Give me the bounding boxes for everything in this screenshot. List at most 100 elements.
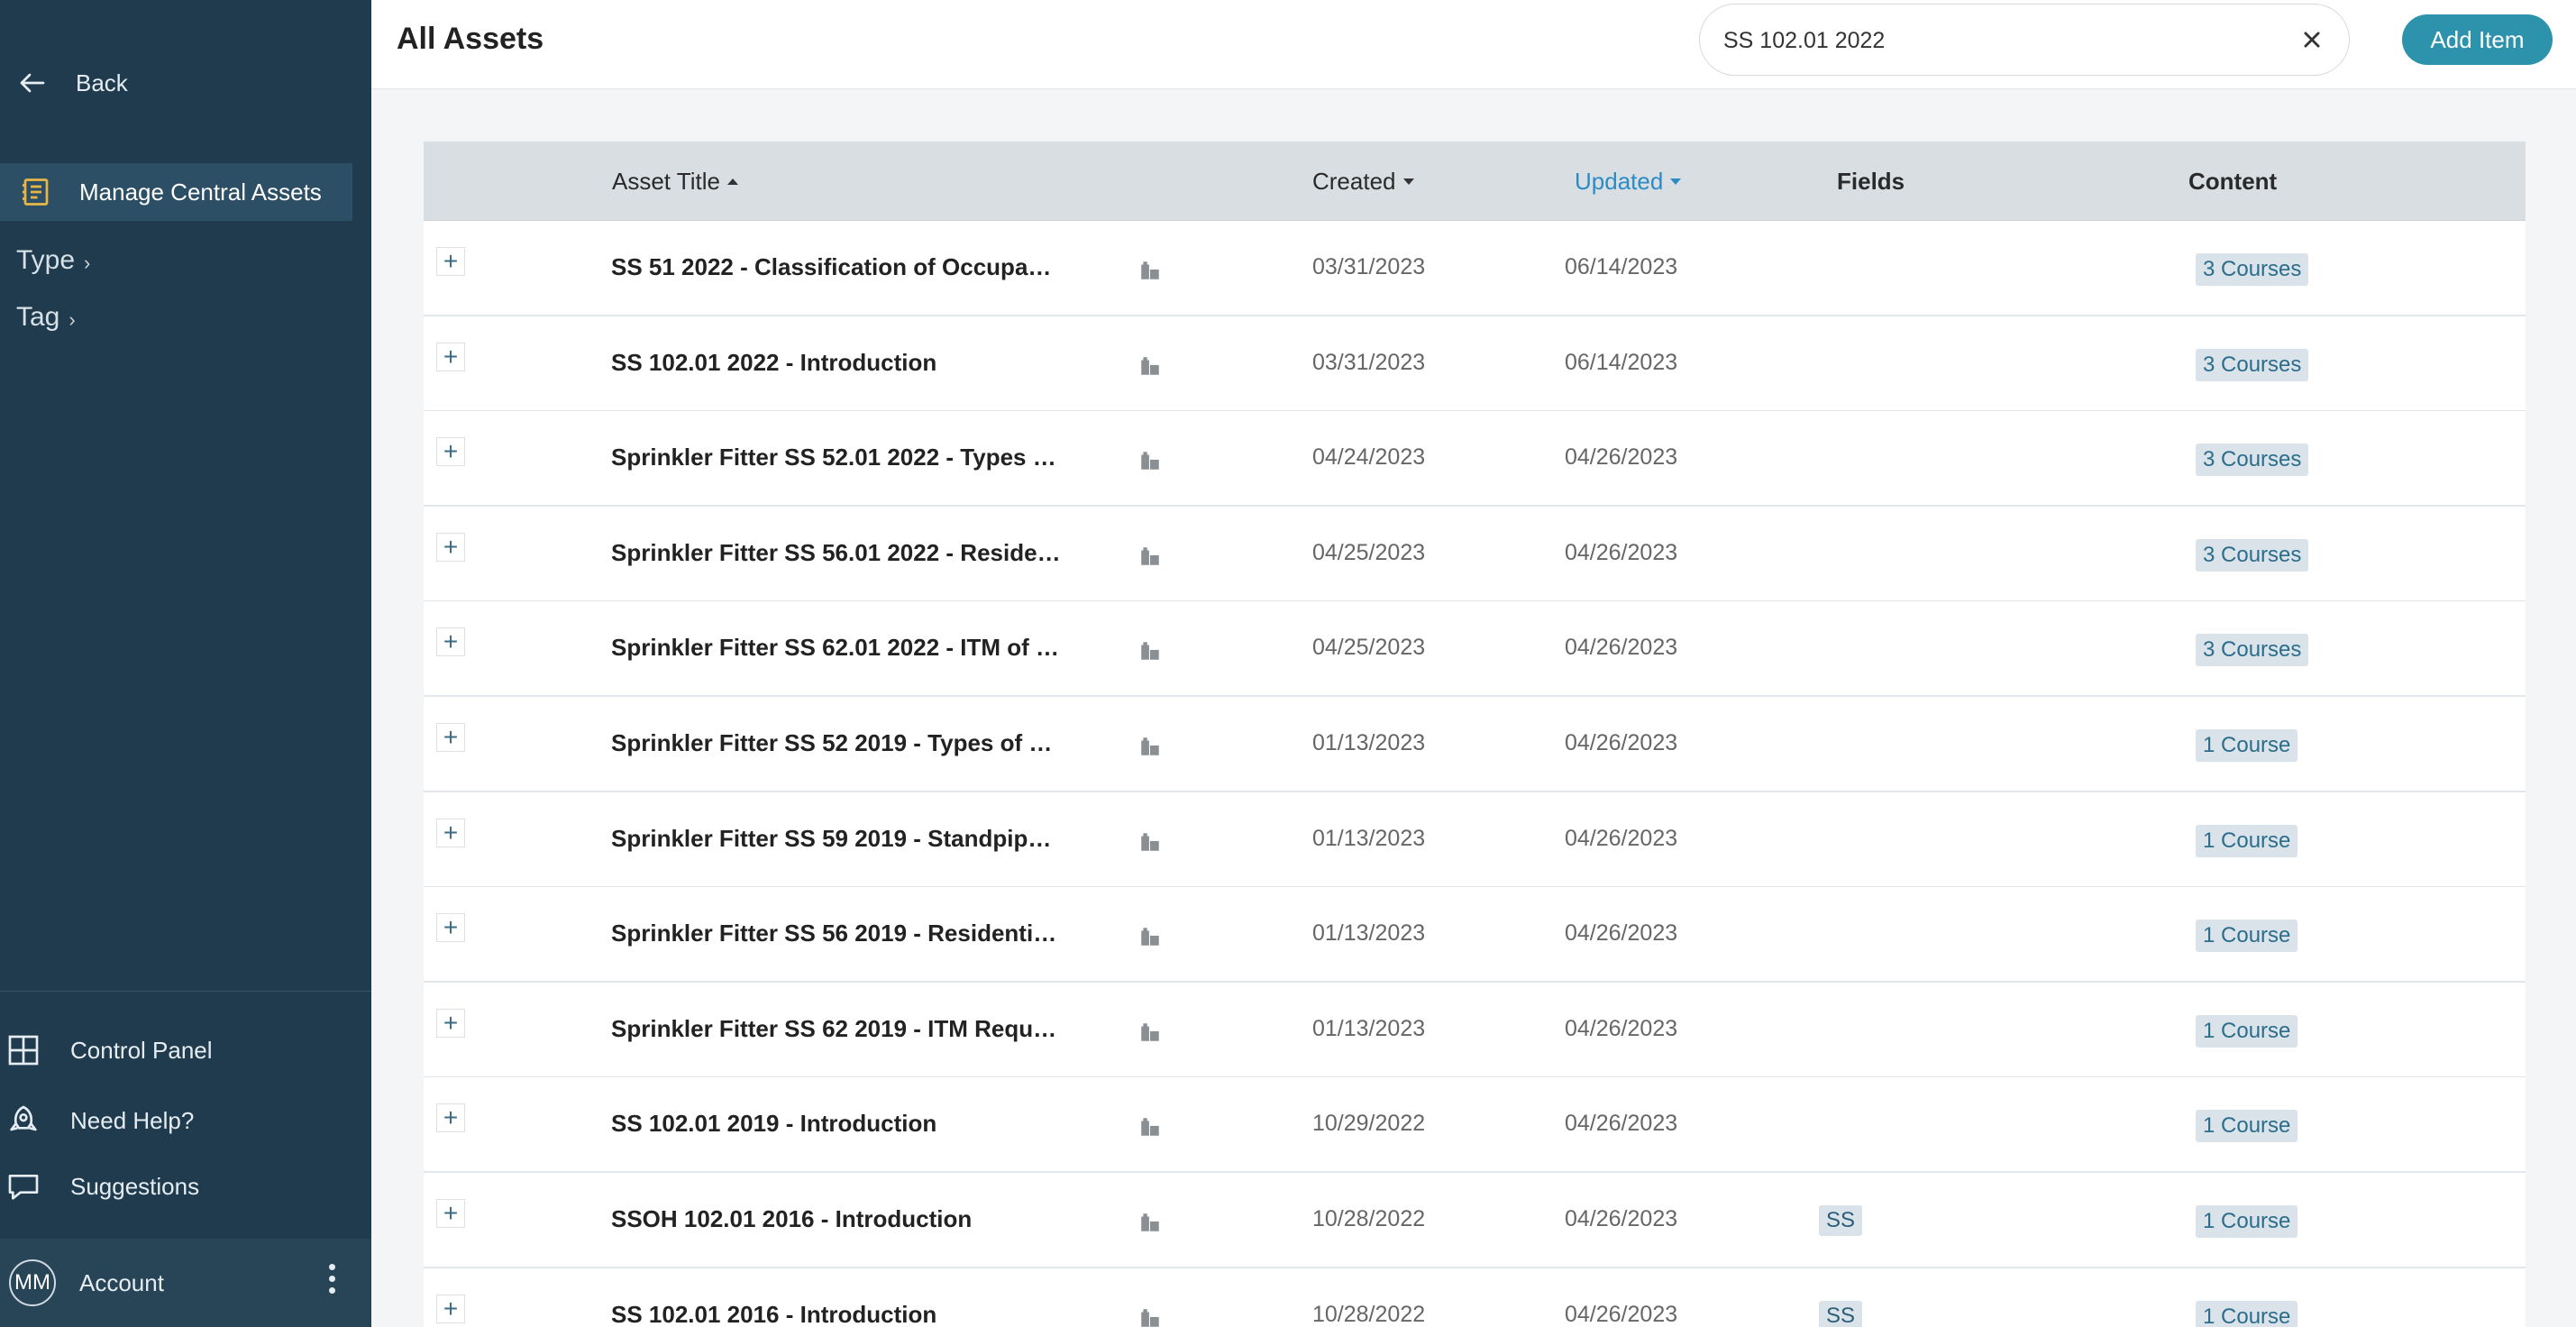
expand-row-button[interactable]: +	[436, 818, 465, 847]
expand-row-button[interactable]: +	[436, 437, 465, 467]
expand-row-button[interactable]: +	[436, 247, 465, 276]
expand-row-button[interactable]: +	[436, 1294, 465, 1323]
content-badge[interactable]: 1 Course	[2196, 824, 2298, 857]
building-icon	[1138, 354, 1162, 378]
asset-title[interactable]: SS 102.01 2016 - Introduction	[611, 1301, 1062, 1327]
building-icon	[1138, 1306, 1162, 1327]
updated-date: 04/26/2023	[1565, 1111, 1678, 1137]
asset-title[interactable]: Sprinkler Fitter SS 56.01 2022 - Residen…	[611, 539, 1062, 567]
content-badge[interactable]: 1 Course	[2196, 1110, 2298, 1143]
asset-title[interactable]: SSOH 102.01 2016 - Introduction	[611, 1205, 1062, 1233]
content-badge[interactable]: 1 Course	[2196, 1205, 2298, 1238]
table-row[interactable]: + SS 51 2022 - Classification of Occupanc…	[424, 221, 2526, 316]
asset-title[interactable]: Sprinkler Fitter SS 62 2019 - ITM Requir…	[611, 1015, 1062, 1043]
updated-date: 04/26/2023	[1565, 1015, 1678, 1041]
building-icon	[1138, 735, 1162, 758]
table-row[interactable]: + SS 102.01 2022 - Introduction 03/31/2023…	[424, 316, 2526, 412]
updated-date: 04/26/2023	[1565, 1301, 1678, 1327]
asset-title[interactable]: SS 102.01 2019 - Introduction	[611, 1110, 1062, 1138]
asset-title[interactable]: Sprinkler Fitter SS 56 2019 - Residentia…	[611, 920, 1062, 947]
building-icon	[1138, 259, 1162, 282]
content-badge[interactable]: 1 Course	[2196, 1300, 2298, 1327]
column-header-fields: Fields	[1837, 168, 1905, 196]
sidebar-item-manage-central-assets[interactable]: Manage Central Assets	[0, 163, 352, 221]
avatar[interactable]: MM	[9, 1259, 56, 1306]
created-date: 10/29/2022	[1312, 1111, 1426, 1137]
asset-title[interactable]: SS 102.01 2022 - Introduction	[611, 349, 1062, 377]
table-row[interactable]: + Sprinkler Fitter SS 52.01 2022 - Types …	[424, 411, 2526, 508]
building-icon	[1138, 449, 1162, 472]
asset-title[interactable]: SS 51 2022 - Classification of Occupanci…	[611, 253, 1062, 281]
grid-icon	[8, 1035, 39, 1066]
content-badge[interactable]: 3 Courses	[2196, 444, 2309, 477]
search-box	[1699, 4, 2350, 76]
control-panel-link[interactable]: Control Panel	[5, 1032, 213, 1068]
suggestions-link[interactable]: Suggestions	[5, 1168, 199, 1204]
assets-icon	[23, 178, 49, 206]
updated-date: 04/26/2023	[1565, 920, 1678, 947]
need-help-label: Need Help?	[70, 1106, 195, 1134]
table-row[interactable]: + SS 102.01 2016 - Introduction 10/28/2022…	[424, 1268, 2526, 1327]
rocket-icon	[10, 1105, 37, 1131]
content-badge[interactable]: 3 Courses	[2196, 538, 2309, 572]
filter-type[interactable]: Type ›	[16, 245, 90, 276]
content-badge[interactable]: 3 Courses	[2196, 634, 2309, 667]
table-header: Asset Title Created Updated Fields Conte…	[424, 142, 2526, 221]
control-panel-label: Control Panel	[70, 1036, 213, 1064]
table-row[interactable]: + Sprinkler Fitter SS 62.01 2022 - ITM of…	[424, 601, 2526, 698]
asset-title[interactable]: Sprinkler Fitter SS 52.01 2022 - Types o…	[611, 444, 1062, 471]
expand-row-button[interactable]: +	[436, 1199, 465, 1228]
created-date: 01/13/2023	[1312, 730, 1426, 755]
chevron-right-icon: ›	[84, 252, 91, 274]
expand-row-button[interactable]: +	[436, 627, 465, 657]
building-icon	[1138, 830, 1162, 854]
field-tag: SS	[1819, 1300, 1863, 1327]
column-label: Fields	[1837, 168, 1905, 195]
filter-tag[interactable]: Tag ›	[16, 302, 76, 333]
asset-title[interactable]: Sprinkler Fitter SS 59 2019 - Standpipe …	[611, 825, 1062, 853]
suggestions-label: Suggestions	[70, 1172, 200, 1200]
table-row[interactable]: + Sprinkler Fitter SS 56 2019 - Residenti…	[424, 887, 2526, 984]
sort-descending-icon	[1402, 178, 1414, 185]
more-options-icon[interactable]	[329, 1264, 335, 1294]
search-input[interactable]	[1723, 24, 2264, 57]
asset-title[interactable]: Sprinkler Fitter SS 62.01 2022 - ITM of …	[611, 634, 1062, 662]
back-button[interactable]: Back	[16, 63, 128, 103]
assets-table: Asset Title Created Updated Fields Conte…	[424, 142, 2526, 1327]
page-header: All Assets Add Item	[371, 0, 2576, 89]
column-header-asset-title[interactable]: Asset Title	[612, 168, 738, 196]
updated-date: 06/14/2023	[1565, 349, 1678, 375]
table-row[interactable]: + Sprinkler Fitter SS 62 2019 - ITM Requi…	[424, 982, 2526, 1078]
table-row[interactable]: + Sprinkler Fitter SS 59 2019 - Standpipe…	[424, 792, 2526, 888]
expand-row-button[interactable]: +	[436, 532, 465, 562]
column-label: Asset Title	[612, 168, 720, 195]
add-item-button[interactable]: Add Item	[2402, 14, 2553, 65]
building-icon	[1138, 1211, 1162, 1234]
table-row[interactable]: + SS 102.01 2019 - Introduction 10/29/2022…	[424, 1077, 2526, 1174]
page-title: All Assets	[397, 22, 544, 56]
content-badge[interactable]: 3 Courses	[2196, 253, 2309, 286]
updated-date: 04/26/2023	[1565, 825, 1678, 851]
expand-row-button[interactable]: +	[436, 723, 465, 752]
expand-row-button[interactable]: +	[436, 1008, 465, 1038]
asset-title[interactable]: Sprinkler Fitter SS 52 2019 - Types of S…	[611, 729, 1062, 757]
column-header-created[interactable]: Created	[1312, 168, 1414, 196]
expand-row-button[interactable]: +	[436, 1103, 465, 1133]
content-badge[interactable]: 1 Course	[2196, 1014, 2298, 1048]
building-icon	[1138, 925, 1162, 948]
table-row[interactable]: + Sprinkler Fitter SS 56.01 2022 - Reside…	[424, 506, 2526, 602]
expand-row-button[interactable]: +	[436, 913, 465, 943]
created-date: 01/13/2023	[1312, 1015, 1426, 1041]
column-label: Created	[1312, 168, 1396, 195]
table-row[interactable]: + SSOH 102.01 2016 - Introduction 10/28/20…	[424, 1173, 2526, 1268]
sidebar-item-label: Manage Central Assets	[79, 178, 322, 206]
table-row[interactable]: + Sprinkler Fitter SS 52 2019 - Types of …	[424, 697, 2526, 792]
content-badge[interactable]: 3 Courses	[2196, 348, 2309, 381]
column-header-updated[interactable]: Updated	[1575, 168, 1682, 196]
account-bar[interactable]: MM Account	[0, 1239, 371, 1327]
expand-row-button[interactable]: +	[436, 342, 465, 371]
need-help-link[interactable]: Need Help?	[5, 1103, 194, 1139]
content-badge[interactable]: 1 Course	[2196, 920, 2298, 953]
content-badge[interactable]: 1 Course	[2196, 729, 2298, 762]
close-icon[interactable]	[2297, 24, 2327, 55]
